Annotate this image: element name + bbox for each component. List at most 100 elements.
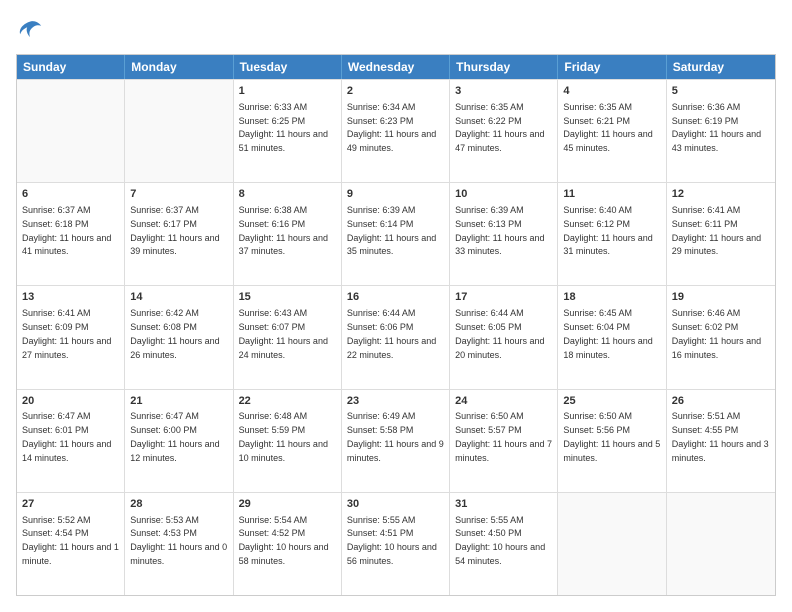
calendar-body: 1 Sunrise: 6:33 AM Sunset: 6:25 PM Daylig… xyxy=(17,79,775,595)
day-number: 16 xyxy=(347,290,444,305)
calendar-cell: 28Sunrise: 5:53 AM Sunset: 4:53 PM Dayli… xyxy=(125,493,233,595)
calendar-cell xyxy=(667,493,775,595)
calendar-cell: 18Sunrise: 6:45 AM Sunset: 6:04 PM Dayli… xyxy=(558,286,666,388)
day-content: Sunrise: 6:44 AM Sunset: 6:06 PM Dayligh… xyxy=(347,308,436,359)
day-number: 7 xyxy=(130,187,227,202)
day-content: Sunrise: 6:35 AM Sunset: 6:21 PM Dayligh… xyxy=(563,102,652,153)
calendar-cell: 11 Sunrise: 6:40 AM Sunset: 6:12 PM Dayli… xyxy=(558,183,666,285)
day-number: 11 xyxy=(563,187,660,202)
calendar-cell: 21 Sunrise: 6:47 AM Sunset: 6:00 PM Dayli… xyxy=(125,390,233,492)
header-day-sunday: Sunday xyxy=(17,55,125,79)
day-content: Sunrise: 6:38 AM Sunset: 6:16 PM Dayligh… xyxy=(239,205,328,256)
calendar-cell: 26 Sunrise: 5:51 AM Sunset: 4:55 PM Dayli… xyxy=(667,390,775,492)
calendar-cell: 16 Sunrise: 6:44 AM Sunset: 6:06 PM Dayli… xyxy=(342,286,450,388)
calendar-cell xyxy=(558,493,666,595)
calendar-cell: 7Sunrise: 6:37 AM Sunset: 6:17 PM Daylig… xyxy=(125,183,233,285)
calendar-cell: 1 Sunrise: 6:33 AM Sunset: 6:25 PM Daylig… xyxy=(234,80,342,182)
calendar-header: SundayMondayTuesdayWednesdayThursdayFrid… xyxy=(17,55,775,79)
day-number: 9 xyxy=(347,187,444,202)
day-content: Sunrise: 6:36 AM Sunset: 6:19 PM Dayligh… xyxy=(672,102,761,153)
day-number: 14 xyxy=(130,290,227,305)
day-content: Sunrise: 6:50 AM Sunset: 5:57 PM Dayligh… xyxy=(455,411,552,462)
page: SundayMondayTuesdayWednesdayThursdayFrid… xyxy=(0,0,792,612)
day-content: Sunrise: 6:42 AM Sunset: 6:08 PM Dayligh… xyxy=(130,308,219,359)
day-content: Sunrise: 6:40 AM Sunset: 6:12 PM Dayligh… xyxy=(563,205,652,256)
day-number: 21 xyxy=(130,394,227,409)
header-day-friday: Friday xyxy=(558,55,666,79)
calendar-row-0: 1 Sunrise: 6:33 AM Sunset: 6:25 PM Daylig… xyxy=(17,79,775,182)
day-content: Sunrise: 6:48 AM Sunset: 5:59 PM Dayligh… xyxy=(239,411,328,462)
calendar-cell: 3Sunrise: 6:35 AM Sunset: 6:22 PM Daylig… xyxy=(450,80,558,182)
day-content: Sunrise: 6:46 AM Sunset: 6:02 PM Dayligh… xyxy=(672,308,761,359)
day-content: Sunrise: 6:47 AM Sunset: 6:01 PM Dayligh… xyxy=(22,411,111,462)
day-content: Sunrise: 6:39 AM Sunset: 6:14 PM Dayligh… xyxy=(347,205,436,256)
day-content: Sunrise: 6:33 AM Sunset: 6:25 PM Dayligh… xyxy=(239,102,328,153)
header-day-tuesday: Tuesday xyxy=(234,55,342,79)
calendar-cell: 15 Sunrise: 6:43 AM Sunset: 6:07 PM Dayli… xyxy=(234,286,342,388)
day-content: Sunrise: 5:52 AM Sunset: 4:54 PM Dayligh… xyxy=(22,515,119,566)
calendar: SundayMondayTuesdayWednesdayThursdayFrid… xyxy=(16,54,776,596)
header xyxy=(16,16,776,44)
calendar-cell: 29Sunrise: 5:54 AM Sunset: 4:52 PM Dayli… xyxy=(234,493,342,595)
day-content: Sunrise: 6:39 AM Sunset: 6:13 PM Dayligh… xyxy=(455,205,544,256)
day-number: 12 xyxy=(672,187,770,202)
day-number: 15 xyxy=(239,290,336,305)
day-number: 24 xyxy=(455,394,552,409)
calendar-cell xyxy=(17,80,125,182)
day-content: Sunrise: 5:55 AM Sunset: 4:51 PM Dayligh… xyxy=(347,515,437,566)
calendar-row-2: 13Sunrise: 6:41 AM Sunset: 6:09 PM Dayli… xyxy=(17,285,775,388)
calendar-cell: 25 Sunrise: 6:50 AM Sunset: 5:56 PM Dayli… xyxy=(558,390,666,492)
day-content: Sunrise: 6:43 AM Sunset: 6:07 PM Dayligh… xyxy=(239,308,328,359)
calendar-cell: 27 Sunrise: 5:52 AM Sunset: 4:54 PM Dayli… xyxy=(17,493,125,595)
calendar-cell: 14 Sunrise: 6:42 AM Sunset: 6:08 PM Dayli… xyxy=(125,286,233,388)
day-number: 3 xyxy=(455,84,552,99)
day-number: 23 xyxy=(347,394,444,409)
day-content: Sunrise: 5:54 AM Sunset: 4:52 PM Dayligh… xyxy=(239,515,329,566)
day-number: 28 xyxy=(130,497,227,512)
calendar-cell: 31 Sunrise: 5:55 AM Sunset: 4:50 PM Dayli… xyxy=(450,493,558,595)
day-content: Sunrise: 6:49 AM Sunset: 5:58 PM Dayligh… xyxy=(347,411,444,462)
calendar-cell: 13Sunrise: 6:41 AM Sunset: 6:09 PM Dayli… xyxy=(17,286,125,388)
calendar-cell: 19 Sunrise: 6:46 AM Sunset: 6:02 PM Dayli… xyxy=(667,286,775,388)
day-number: 25 xyxy=(563,394,660,409)
calendar-cell: 12Sunrise: 6:41 AM Sunset: 6:11 PM Dayli… xyxy=(667,183,775,285)
calendar-row-4: 27 Sunrise: 5:52 AM Sunset: 4:54 PM Dayli… xyxy=(17,492,775,595)
day-number: 6 xyxy=(22,187,119,202)
header-day-monday: Monday xyxy=(125,55,233,79)
day-number: 26 xyxy=(672,394,770,409)
calendar-cell: 30 Sunrise: 5:55 AM Sunset: 4:51 PM Dayli… xyxy=(342,493,450,595)
calendar-cell: 20Sunrise: 6:47 AM Sunset: 6:01 PM Dayli… xyxy=(17,390,125,492)
day-number: 18 xyxy=(563,290,660,305)
calendar-cell: 6Sunrise: 6:37 AM Sunset: 6:18 PM Daylig… xyxy=(17,183,125,285)
day-content: Sunrise: 5:55 AM Sunset: 4:50 PM Dayligh… xyxy=(455,515,545,566)
header-day-saturday: Saturday xyxy=(667,55,775,79)
calendar-cell: 24 Sunrise: 6:50 AM Sunset: 5:57 PM Dayli… xyxy=(450,390,558,492)
day-number: 2 xyxy=(347,84,444,99)
day-number: 8 xyxy=(239,187,336,202)
day-number: 4 xyxy=(563,84,660,99)
logo-bird-icon xyxy=(16,16,44,44)
calendar-row-1: 6Sunrise: 6:37 AM Sunset: 6:18 PM Daylig… xyxy=(17,182,775,285)
calendar-row-3: 20Sunrise: 6:47 AM Sunset: 6:01 PM Dayli… xyxy=(17,389,775,492)
day-content: Sunrise: 6:47 AM Sunset: 6:00 PM Dayligh… xyxy=(130,411,219,462)
day-number: 19 xyxy=(672,290,770,305)
calendar-cell: 8 Sunrise: 6:38 AM Sunset: 6:16 PM Daylig… xyxy=(234,183,342,285)
header-day-thursday: Thursday xyxy=(450,55,558,79)
day-number: 31 xyxy=(455,497,552,512)
calendar-cell: 17Sunrise: 6:44 AM Sunset: 6:05 PM Dayli… xyxy=(450,286,558,388)
day-number: 30 xyxy=(347,497,444,512)
calendar-cell: 22 Sunrise: 6:48 AM Sunset: 5:59 PM Dayli… xyxy=(234,390,342,492)
day-content: Sunrise: 6:50 AM Sunset: 5:56 PM Dayligh… xyxy=(563,411,660,462)
day-content: Sunrise: 5:51 AM Sunset: 4:55 PM Dayligh… xyxy=(672,411,769,462)
day-number: 10 xyxy=(455,187,552,202)
day-content: Sunrise: 6:41 AM Sunset: 6:09 PM Dayligh… xyxy=(22,308,111,359)
day-number: 17 xyxy=(455,290,552,305)
day-number: 27 xyxy=(22,497,119,512)
header-day-wednesday: Wednesday xyxy=(342,55,450,79)
day-number: 5 xyxy=(672,84,770,99)
calendar-cell xyxy=(125,80,233,182)
calendar-cell: 5 Sunrise: 6:36 AM Sunset: 6:19 PM Daylig… xyxy=(667,80,775,182)
day-number: 1 xyxy=(239,84,336,99)
day-number: 22 xyxy=(239,394,336,409)
calendar-cell: 23 Sunrise: 6:49 AM Sunset: 5:58 PM Dayli… xyxy=(342,390,450,492)
